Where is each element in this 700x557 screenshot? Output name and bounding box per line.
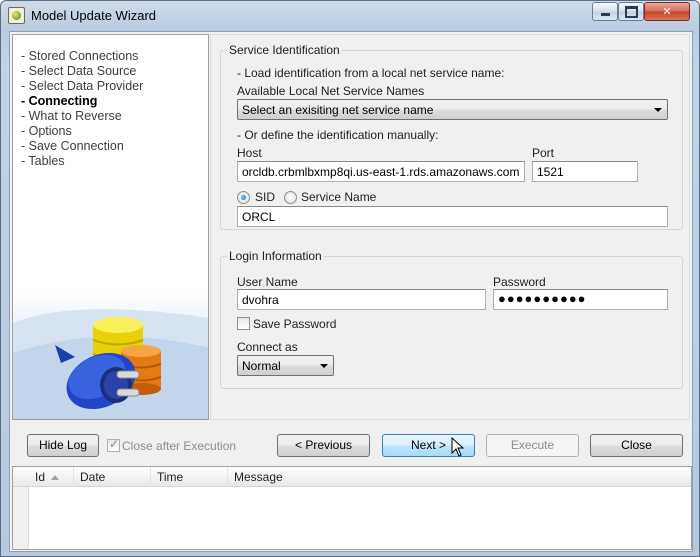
close-window-button[interactable]: ✕ [644, 2, 690, 21]
minimize-button[interactable] [592, 2, 618, 21]
log-column-id[interactable]: Id [29, 467, 74, 487]
save-password-checkbox[interactable] [237, 317, 250, 330]
sid-radio[interactable] [237, 191, 250, 204]
step-stored-connections: - Stored Connections [21, 49, 139, 63]
chevron-down-icon [654, 108, 662, 112]
host-input[interactable]: orcldb.crbmlbxmp8qi.us-east-1.rds.amazon… [237, 161, 525, 182]
client-area: - Stored Connections - Select Data Sourc… [9, 31, 693, 552]
manual-identification-text: - Or define the identification manually: [237, 128, 439, 142]
title-bar[interactable]: Model Update Wizard ✕ [1, 1, 699, 31]
step-connecting: - Connecting [21, 94, 98, 108]
step-options: - Options [21, 124, 72, 138]
service-identification-title: Service Identification [227, 43, 342, 57]
password-input[interactable]: ●●●●●●●●●● [493, 289, 668, 310]
connection-panel: Service Identification - Load identifica… [210, 34, 690, 420]
step-select-data-source: - Select Data Source [21, 64, 137, 78]
wizard-steps-panel: - Stored Connections - Select Data Sourc… [12, 34, 209, 420]
log-header: Id Date Time Message [13, 467, 691, 487]
log-column-message[interactable]: Message [228, 467, 691, 487]
host-label: Host [237, 146, 262, 160]
wizard-illustration [13, 293, 208, 419]
log-column-date[interactable]: Date [74, 467, 151, 487]
close-after-execution-label: Close after Execution [122, 439, 237, 453]
password-label: Password [493, 275, 546, 289]
username-input[interactable]: dvohra [237, 289, 486, 310]
step-select-data-provider: - Select Data Provider [21, 79, 144, 93]
log-column-time[interactable]: Time [151, 467, 228, 487]
maximize-button[interactable] [618, 2, 644, 21]
log-row-header [13, 487, 29, 549]
close-button[interactable]: Close [590, 434, 683, 457]
sid-label: SID [255, 190, 276, 204]
load-identification-text: - Load identification from a local net s… [237, 66, 505, 80]
login-information-title: Login Information [227, 249, 324, 263]
net-service-name-select[interactable]: Select an exisiting net service name [237, 99, 668, 120]
username-label: User Name [237, 275, 298, 289]
mouse-cursor-icon [451, 437, 465, 457]
save-password-label: Save Password [253, 317, 337, 331]
execute-button[interactable]: Execute [486, 434, 579, 457]
app-icon [8, 7, 25, 24]
database-plug-icon [13, 309, 208, 419]
previous-button[interactable]: < Previous [277, 434, 370, 457]
connect-as-label: Connect as [237, 340, 298, 354]
login-information-group: Login Information User Name dvohra Passw… [220, 249, 683, 389]
hide-log-button[interactable]: Hide Log [27, 434, 99, 457]
log-grid[interactable]: Id Date Time Message [12, 466, 692, 550]
wizard-window: Model Update Wizard ✕ - Stored Connectio… [0, 0, 700, 557]
window-title: Model Update Wizard [31, 8, 156, 23]
step-save-connection: - Save Connection [21, 139, 124, 153]
close-icon: ✕ [662, 6, 672, 18]
available-services-label: Available Local Net Service Names [237, 84, 425, 98]
sid-input[interactable]: ORCL [237, 206, 668, 227]
sort-ascending-icon [51, 475, 60, 481]
connect-as-value: Normal [242, 359, 281, 373]
service-identification-group: Service Identification - Load identifica… [220, 43, 683, 230]
step-tables: - Tables [21, 154, 65, 168]
port-input[interactable]: 1521 [532, 161, 638, 182]
net-service-name-value: Select an exisiting net service name [242, 103, 434, 117]
service-name-radio[interactable] [284, 191, 297, 204]
service-name-label: Service Name [301, 190, 377, 204]
port-label: Port [532, 146, 555, 160]
close-after-execution-checkbox[interactable] [107, 437, 120, 452]
step-what-to-reverse: - What to Reverse [21, 109, 122, 123]
chevron-down-icon [320, 364, 328, 368]
connect-as-select[interactable]: Normal [237, 355, 334, 376]
